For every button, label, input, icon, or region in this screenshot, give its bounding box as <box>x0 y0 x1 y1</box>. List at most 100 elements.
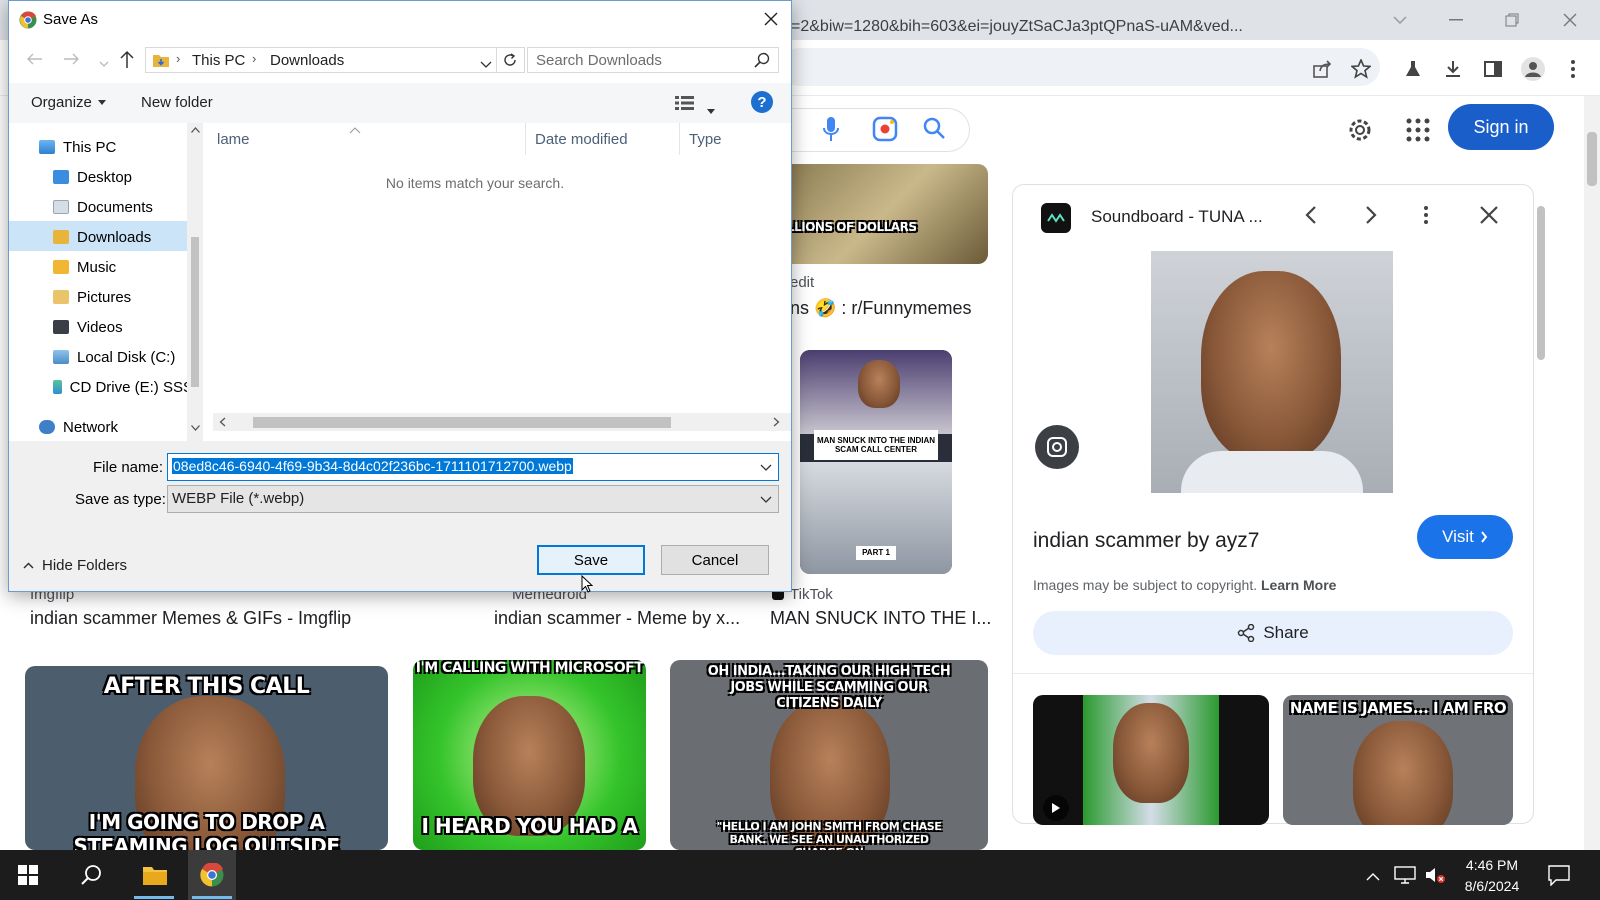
downloads-icon[interactable] <box>1440 56 1466 82</box>
result-title[interactable]: indian scammer Memes & GIFs - Imgflip <box>30 608 351 629</box>
horizontal-scrollbar[interactable] <box>213 413 791 431</box>
play-icon[interactable] <box>1043 795 1069 821</box>
show-hidden-icons-chevron[interactable] <box>1366 868 1380 884</box>
settings-gear-icon[interactable] <box>1346 116 1374 147</box>
windows-start-icon[interactable] <box>18 865 38 888</box>
profile-avatar-icon[interactable] <box>1520 56 1546 82</box>
file-name-dropdown-icon[interactable] <box>760 464 772 472</box>
result-title[interactable]: MAN SNUCK INTO THE I... <box>770 608 991 629</box>
file-explorer-taskbar-button[interactable] <box>130 850 178 900</box>
hide-folders-toggle[interactable]: Hide Folders <box>23 557 127 574</box>
column-header-name[interactable]: lame <box>217 131 250 148</box>
panel-image-title[interactable]: indian scammer by ayz7 <box>1033 529 1259 553</box>
window-close-icon[interactable] <box>1550 6 1590 34</box>
save-button[interactable]: Save <box>537 545 645 575</box>
scroll-right-icon[interactable] <box>773 417 780 427</box>
search-icon[interactable] <box>922 116 946 143</box>
notifications-icon[interactable] <box>1548 864 1570 889</box>
address-bar[interactable] <box>780 48 1380 86</box>
recent-locations-chevron-icon[interactable] <box>99 55 109 71</box>
share-page-icon[interactable] <box>1309 56 1335 82</box>
nav-scrollbar[interactable] <box>187 123 203 441</box>
up-arrow-icon[interactable] <box>119 49 135 72</box>
result-thumbnail-reddit[interactable]: MILLIONS OF DOLLARS <box>780 164 988 264</box>
previous-image-icon[interactable] <box>1303 205 1319 228</box>
horizontal-scroll-thumb[interactable] <box>253 417 671 428</box>
result-thumbnail-meme3[interactable]: OH INDIA...TAKING OUR HIGH TECH JOBS WHI… <box>670 660 988 850</box>
nav-item-this-pc[interactable]: This PC <box>39 133 116 161</box>
column-header-type[interactable]: Type <box>689 131 722 148</box>
help-icon[interactable]: ? <box>751 91 773 113</box>
browser-menu-icon[interactable] <box>1560 56 1586 82</box>
page-scrollbar[interactable] <box>1584 96 1600 850</box>
nav-item-local-disk[interactable]: Local Disk (C:) <box>53 343 175 371</box>
url-text[interactable]: =2&biw=1280&bih=603&ei=jouyZtSaCJa3ptQPn… <box>791 18 1291 36</box>
result-title[interactable]: indian scammer - Meme by x... <box>494 608 740 629</box>
preview-image[interactable] <box>1151 251 1393 493</box>
panel-close-icon[interactable] <box>1479 205 1499 228</box>
nav-item-pictures[interactable]: Pictures <box>53 283 131 311</box>
labs-flask-icon[interactable] <box>1400 56 1426 82</box>
taskbar-search-icon[interactable] <box>80 864 102 889</box>
view-options-icon[interactable] <box>675 95 695 114</box>
save-type-dropdown-icon[interactable] <box>760 496 772 504</box>
chrome-taskbar-button[interactable] <box>188 850 236 900</box>
breadcrumb-this-pc[interactable]: This PC <box>192 52 245 69</box>
save-as-type-select[interactable]: WEBP File (*.webp) <box>167 485 779 513</box>
column-header-date-modified[interactable]: Date modified <box>535 131 628 148</box>
scroll-up-icon[interactable] <box>191 127 200 133</box>
side-panel-icon[interactable] <box>1480 56 1506 82</box>
lens-search-icon[interactable] <box>872 116 898 145</box>
file-name-input[interactable]: 08ed8c46-6940-4f69-9b34-8d4c02f236bc-171… <box>167 453 779 481</box>
panel-more-icon[interactable] <box>1423 205 1429 228</box>
dialog-close-icon[interactable] <box>761 9 781 32</box>
refresh-icon[interactable] <box>502 52 518 71</box>
search-icon[interactable] <box>754 52 770 71</box>
network-status-icon[interactable] <box>1394 865 1416 888</box>
file-name-value[interactable]: 08ed8c46-6940-4f69-9b34-8d4c02f236bc-171… <box>172 458 573 474</box>
clock-date[interactable]: 8/6/2024 <box>1452 878 1532 894</box>
restore-icon[interactable] <box>1492 6 1532 34</box>
organize-button[interactable]: Organize <box>31 94 106 111</box>
panel-site-name[interactable]: Soundboard - TUNA ... <box>1091 207 1263 227</box>
view-dropdown-icon[interactable] <box>707 101 715 117</box>
nav-item-music[interactable]: Music <box>53 253 116 281</box>
cancel-button[interactable]: Cancel <box>661 545 769 575</box>
address-breadcrumb[interactable]: › This PC › Downloads <box>145 47 525 73</box>
related-image-2[interactable]: NAME IS JAMES... I AM FRO <box>1283 695 1513 825</box>
nav-item-videos[interactable]: Videos <box>53 313 123 341</box>
search-downloads-box[interactable]: Search Downloads <box>527 47 779 73</box>
nav-item-network[interactable]: Network <box>39 413 118 441</box>
nav-scroll-thumb[interactable] <box>191 237 199 387</box>
bookmark-star-icon[interactable] <box>1348 56 1374 82</box>
volume-muted-icon[interactable] <box>1424 865 1446 888</box>
back-arrow-icon[interactable] <box>25 51 43 70</box>
result-title[interactable]: ns 🤣 : r/Funnymemes <box>790 298 971 319</box>
nav-item-documents[interactable]: Documents <box>53 193 153 221</box>
nav-item-downloads[interactable]: Downloads <box>53 223 151 251</box>
voice-search-icon[interactable] <box>822 116 840 145</box>
nav-item-cd-drive[interactable]: CD Drive (E:) SSS <box>53 373 193 401</box>
sign-in-button[interactable]: Sign in <box>1448 104 1554 150</box>
breadcrumb-downloads[interactable]: Downloads <box>270 52 344 69</box>
panel-scrollbar[interactable] <box>1534 196 1548 816</box>
share-button[interactable]: Share <box>1033 611 1513 655</box>
result-thumbnail-meme1[interactable]: AFTER THIS CALL I'M GOING TO DROP A STEA… <box>25 666 388 850</box>
new-folder-button[interactable]: New folder <box>141 94 213 111</box>
dialog-title-bar[interactable]: Save As <box>9 1 791 39</box>
minimize-icon[interactable] <box>1436 6 1476 34</box>
visit-button[interactable]: Visit <box>1417 515 1513 559</box>
address-dropdown-icon[interactable] <box>480 56 492 72</box>
apps-grid-icon[interactable] <box>1406 118 1430 145</box>
result-thumbnail-meme2[interactable]: I'M CALLING WITH MICROSOFT I HEARD YOU H… <box>413 660 646 850</box>
tab-search-chevron-icon[interactable] <box>1380 6 1420 34</box>
related-image-1[interactable] <box>1033 695 1269 825</box>
lens-overlay-icon[interactable] <box>1035 425 1079 469</box>
forward-arrow-icon[interactable] <box>63 51 81 70</box>
learn-more-link[interactable]: Learn More <box>1261 577 1336 593</box>
next-image-icon[interactable] <box>1363 205 1379 228</box>
result-thumbnail-tiktok[interactable]: MAN SNUCK INTO THE INDIAN SCAM CALL CENT… <box>800 350 952 574</box>
clock-time[interactable]: 4:46 PM <box>1452 857 1532 873</box>
scroll-left-icon[interactable] <box>219 417 226 427</box>
scroll-down-icon[interactable] <box>191 425 200 431</box>
